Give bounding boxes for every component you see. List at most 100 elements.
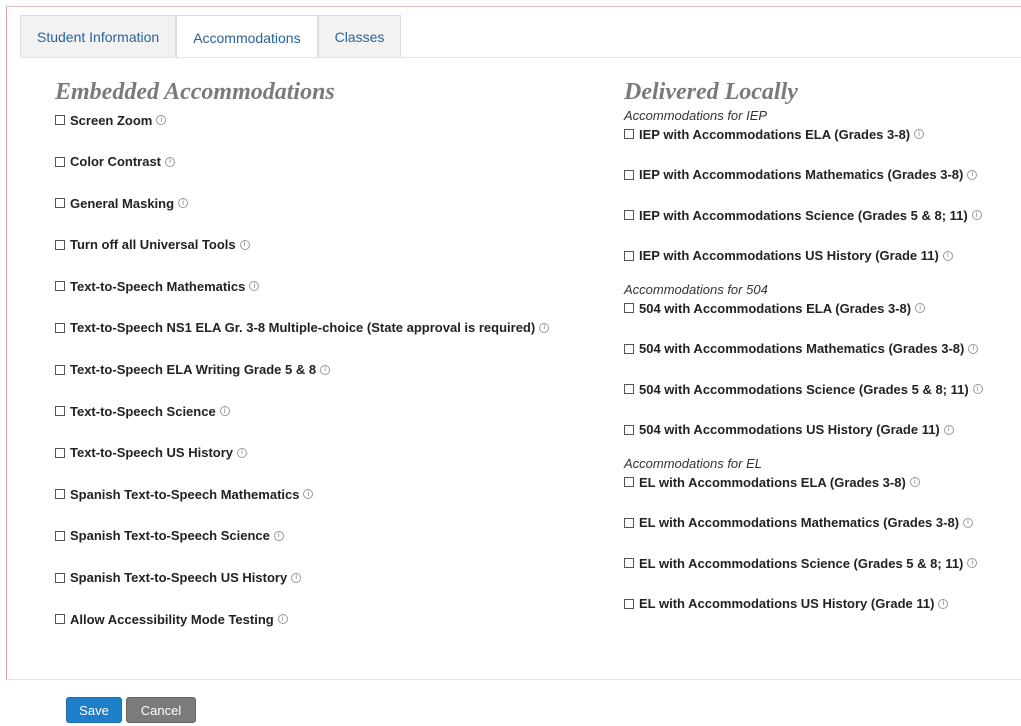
- accommodation-checkbox[interactable]: [55, 447, 65, 458]
- accommodation-option-embedded-2[interactable]: General Masking i: [55, 193, 549, 213]
- accommodation-checkbox[interactable]: [624, 598, 634, 609]
- accommodation-option-local-0-1[interactable]: IEP with Accommodations Mathematics (Gra…: [624, 165, 983, 185]
- tab-student-information[interactable]: Student Information: [20, 15, 177, 58]
- accommodation-label: Spanish Text-to-Speech Mathematics: [70, 486, 300, 502]
- save-button[interactable]: Save: [66, 697, 122, 723]
- info-icon[interactable]: i: [914, 129, 925, 139]
- cancel-button[interactable]: Cancel: [126, 697, 196, 723]
- info-icon[interactable]: i: [915, 303, 926, 313]
- info-icon[interactable]: i: [972, 384, 983, 394]
- accommodation-option-local-2-2[interactable]: EL with Accommodations Science (Grades 5…: [624, 553, 983, 573]
- info-icon[interactable]: i: [178, 198, 189, 209]
- accommodation-label: 504 with Accommodations ELA (Grades 3-8): [639, 300, 912, 316]
- accommodation-checkbox[interactable]: [55, 156, 65, 167]
- accommodation-option-embedded-9[interactable]: Spanish Text-to-Speech Mathematics i: [55, 484, 549, 504]
- info-icon[interactable]: i: [943, 424, 954, 435]
- accommodation-option-local-2-0[interactable]: EL with Accommodations ELA (Grades 3-8) i: [624, 472, 983, 492]
- accommodation-option-embedded-12[interactable]: Allow Accessibility Mode Testing i: [55, 609, 549, 629]
- tab-classes[interactable]: Classes: [317, 15, 402, 58]
- accommodation-checkbox[interactable]: [624, 129, 634, 139]
- accommodation-checkbox[interactable]: [55, 198, 65, 209]
- accommodation-label: Text-to-Speech US History: [70, 445, 234, 461]
- embedded-options-list: Screen Zoom i Color Contrast i General Maski…: [55, 110, 550, 629]
- info-icon[interactable]: i: [539, 322, 550, 333]
- tab-accommodations[interactable]: Accommodations: [176, 15, 318, 59]
- accommodation-checkbox[interactable]: [55, 406, 65, 417]
- accommodation-option-embedded-7[interactable]: Text-to-Speech Science i: [55, 401, 549, 421]
- accommodation-label: EL with Accommodations US History (Grade…: [639, 596, 935, 611]
- info-icon[interactable]: i: [239, 239, 250, 250]
- info-icon[interactable]: i: [967, 558, 978, 568]
- info-icon[interactable]: i: [909, 477, 920, 487]
- accommodation-option-embedded-1[interactable]: Color Contrast i: [55, 152, 549, 172]
- accommodation-checkbox[interactable]: [55, 115, 65, 125]
- embedded-accommodations-title: Embedded Accommodations: [55, 79, 335, 105]
- accommodation-option-embedded-11[interactable]: Spanish Text-to-Speech US History i: [55, 568, 549, 588]
- accommodation-checkbox[interactable]: [55, 239, 65, 250]
- accommodation-checkbox[interactable]: [55, 489, 65, 500]
- accommodation-label: 504 with Accommodations Science (Grades …: [639, 381, 969, 397]
- info-icon[interactable]: i: [291, 572, 302, 583]
- delivered-locally-section: Delivered Locally Accommodations for IEP…: [624, 78, 983, 634]
- info-icon[interactable]: i: [320, 364, 331, 375]
- info-icon[interactable]: i: [938, 598, 949, 609]
- accommodation-option-local-0-0[interactable]: IEP with Accommodations ELA (Grades 3-8)…: [624, 124, 983, 144]
- accommodation-group: Accommodations for IEP IEP with Accommoda…: [624, 108, 983, 266]
- info-icon[interactable]: i: [942, 250, 953, 261]
- accommodation-label: Turn off all Universal Tools: [70, 237, 236, 253]
- info-icon[interactable]: i: [156, 115, 167, 125]
- info-icon[interactable]: i: [277, 614, 288, 625]
- info-icon[interactable]: i: [249, 281, 260, 292]
- accommodation-option-embedded-10[interactable]: Spanish Text-to-Speech Science i: [55, 526, 549, 546]
- info-icon[interactable]: i: [968, 343, 979, 354]
- group-title: Accommodations for 504: [624, 282, 768, 297]
- accommodation-option-local-2-1[interactable]: EL with Accommodations Mathematics (Grad…: [624, 513, 983, 533]
- accommodation-checkbox[interactable]: [624, 303, 634, 313]
- info-icon[interactable]: i: [219, 406, 230, 417]
- info-icon[interactable]: i: [971, 210, 982, 220]
- accommodation-checkbox[interactable]: [55, 322, 65, 333]
- accommodation-checkbox[interactable]: [624, 169, 634, 180]
- accommodation-group: Accommodations for 504 504 with Accommoda…: [624, 282, 983, 440]
- accommodation-checkbox[interactable]: [624, 250, 634, 261]
- accommodation-group: Accommodations for EL EL with Accommodati…: [624, 456, 983, 614]
- accommodation-checkbox[interactable]: [55, 530, 65, 541]
- accommodation-checkbox[interactable]: [55, 281, 65, 292]
- accommodation-label: IEP with Accommodations Mathematics (Gra…: [639, 167, 964, 182]
- accommodation-checkbox[interactable]: [624, 384, 634, 394]
- accommodation-checkbox[interactable]: [624, 517, 634, 528]
- accommodation-checkbox[interactable]: [624, 477, 634, 487]
- accommodation-option-local-0-2[interactable]: IEP with Accommodations Science (Grades …: [624, 205, 983, 225]
- accommodation-label: Screen Zoom: [70, 112, 153, 128]
- info-icon[interactable]: i: [237, 447, 248, 458]
- accommodation-option-local-2-3[interactable]: EL with Accommodations US History (Grade…: [624, 594, 983, 614]
- info-icon[interactable]: i: [273, 530, 284, 541]
- accommodation-option-local-1-3[interactable]: 504 with Accommodations US History (Grad…: [624, 420, 983, 440]
- info-icon[interactable]: i: [303, 489, 314, 500]
- accommodation-checkbox[interactable]: [55, 364, 65, 375]
- accommodation-checkbox[interactable]: [624, 210, 634, 220]
- accommodation-label: 504 with Accommodations Mathematics (Gra…: [639, 341, 965, 356]
- accommodation-checkbox[interactable]: [624, 558, 634, 568]
- accommodation-label: IEP with Accommodations ELA (Grades 3-8): [639, 126, 911, 142]
- accommodation-checkbox[interactable]: [624, 343, 634, 354]
- accommodation-option-embedded-6[interactable]: Text-to-Speech ELA Writing Grade 5 & 8i: [55, 360, 549, 380]
- accommodation-checkbox[interactable]: [55, 614, 65, 625]
- tab-bar: Student Information Accommodations Class…: [20, 15, 402, 59]
- accommodation-option-local-0-3[interactable]: IEP with Accommodations US History (Grad…: [624, 246, 983, 266]
- accommodation-label: Color Contrast: [70, 154, 161, 170]
- accommodation-option-embedded-4[interactable]: Text-to-Speech Mathematics i: [55, 276, 549, 296]
- accommodation-option-embedded-3[interactable]: Turn off all Universal Tools i: [55, 235, 549, 255]
- accommodation-option-embedded-8[interactable]: Text-to-Speech US History i: [55, 443, 549, 463]
- info-icon[interactable]: i: [165, 156, 175, 167]
- accommodation-checkbox[interactable]: [55, 572, 65, 583]
- accommodation-option-embedded-0[interactable]: Screen Zoom i: [55, 110, 549, 130]
- info-icon[interactable]: i: [963, 517, 974, 528]
- accommodation-option-embedded-5[interactable]: Text-to-Speech NS1 ELA Gr. 3-8 Multiple-…: [55, 318, 550, 338]
- accommodation-option-local-1-0[interactable]: 504 with Accommodations ELA (Grades 3-8)…: [624, 298, 983, 318]
- accommodation-label: Allow Accessibility Mode Testing: [70, 611, 274, 627]
- accommodation-option-local-1-2[interactable]: 504 with Accommodations Science (Grades …: [624, 379, 983, 399]
- accommodation-option-local-1-1[interactable]: 504 with Accommodations Mathematics (Gra…: [624, 339, 983, 359]
- accommodation-checkbox[interactable]: [624, 424, 634, 435]
- info-icon[interactable]: i: [967, 169, 978, 180]
